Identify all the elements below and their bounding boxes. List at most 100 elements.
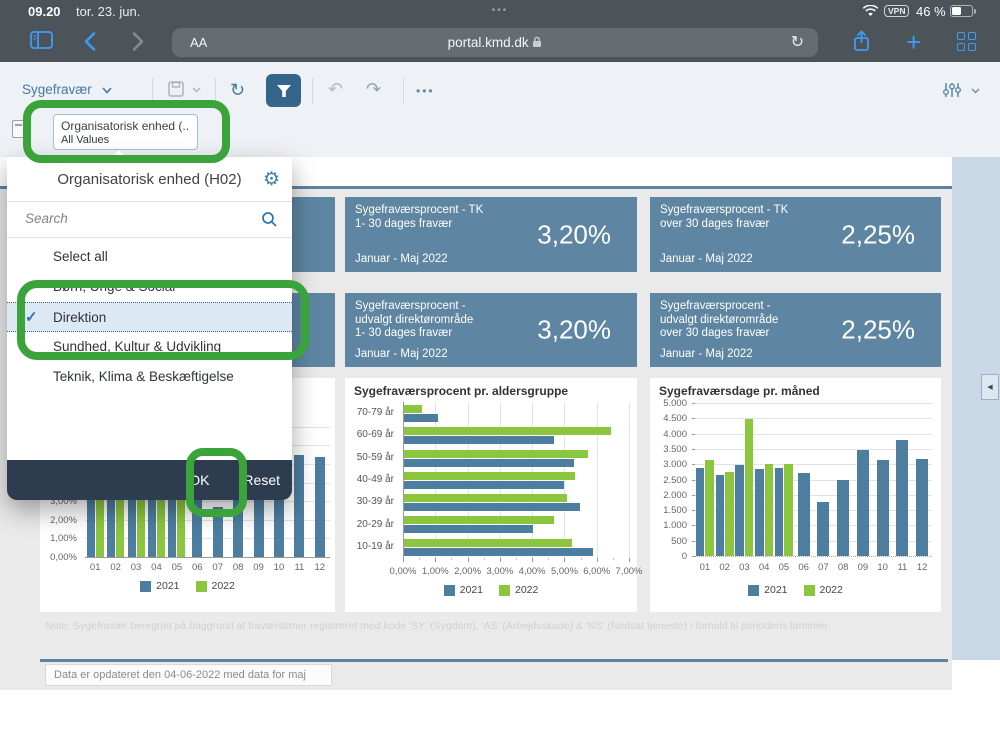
back-icon[interactable] (84, 32, 96, 56)
legend-item: 2022 (196, 580, 235, 592)
gridline (629, 402, 630, 558)
forward-icon[interactable] (132, 32, 144, 56)
gear-icon[interactable]: ⚙ (263, 168, 280, 191)
option-item[interactable]: Teknik, Klima & Beskæftigelse (7, 362, 292, 392)
more-options-button[interactable]: ••• (416, 84, 435, 98)
search-icon[interactable] (261, 211, 278, 233)
bar (404, 503, 580, 511)
x-tick: 02 (714, 562, 736, 573)
reset-button[interactable]: Reset (243, 472, 280, 488)
x-tick: 03 (126, 562, 146, 573)
tick-mark (692, 403, 695, 404)
x-tick: 11 (289, 562, 309, 573)
tick-mark (692, 464, 695, 465)
minor-tick (484, 558, 485, 560)
kpi-period: Januar - Maj 2022 (355, 253, 448, 265)
bar (404, 539, 572, 547)
kpi-value: 3,20% (537, 219, 611, 250)
bar (817, 502, 829, 556)
tick-mark (692, 525, 695, 526)
legend-label: 2022 (820, 584, 843, 596)
y-tick: 0 (650, 551, 687, 562)
redo-icon[interactable]: ↷ (366, 79, 381, 100)
tick-mark (692, 541, 695, 542)
y-tick: 2,00% (40, 515, 77, 526)
bar (404, 516, 554, 524)
search-input[interactable]: Search (7, 202, 292, 238)
category-label: 40-49 år (345, 474, 394, 485)
legend-swatch (444, 585, 455, 596)
legend-item: 2021 (748, 584, 787, 596)
story-title-dropdown[interactable]: Sygefravær (22, 82, 112, 97)
bar (404, 548, 593, 556)
option-select-all[interactable]: Select all (7, 242, 292, 272)
legend-item: 2021 (444, 584, 483, 596)
kpi-title: Sygefraværsprocent - udvalgt direktøromr… (660, 300, 778, 341)
y-tick: 4.500 (650, 413, 687, 424)
status-center-dots: ••• (0, 5, 1000, 16)
view-settings-icon[interactable] (942, 81, 980, 104)
bar (696, 468, 705, 556)
x-tick: 06 (187, 562, 207, 573)
x-tick: 05 (773, 562, 795, 573)
bar (775, 468, 784, 556)
kpi-title: Sygefraværsprocent - udvalgt direktøromr… (355, 300, 473, 341)
bar (755, 469, 764, 556)
content-divider (40, 659, 948, 662)
refresh-icon[interactable]: ↻ (230, 80, 245, 101)
right-panel-band (952, 157, 1000, 660)
category-label: 70-79 år (345, 407, 394, 418)
popup-footer: OK Reset (7, 460, 292, 500)
reload-icon[interactable]: ↻ (791, 32, 804, 52)
undo-icon[interactable]: ↶ (328, 79, 343, 100)
minor-tick (613, 558, 614, 560)
x-tick: 04 (146, 562, 166, 573)
legend-swatch (499, 585, 510, 596)
battery-percent: 46 % (916, 4, 946, 19)
legend-label: 2021 (764, 584, 787, 596)
y-tick: 5.000 (650, 398, 687, 409)
tick-mark (692, 510, 695, 511)
tick-mark (692, 449, 695, 450)
x-tick: 04 (753, 562, 775, 573)
axis-line (695, 556, 932, 557)
kpi-value: 2,25% (841, 315, 915, 346)
y-tick: 1.500 (650, 505, 687, 516)
x-tick: 11 (891, 562, 913, 573)
axis-line (85, 557, 330, 558)
filter-button[interactable] (266, 74, 301, 107)
kpi-period: Januar - Maj 2022 (660, 348, 753, 360)
new-tab-icon[interactable]: + (906, 27, 921, 58)
kpi-title: Sygefraværsprocent - TK over 30 dages fr… (660, 204, 788, 231)
y-tick: 500 (650, 536, 687, 547)
y-tick: 3.000 (650, 459, 687, 470)
x-tick: 08 (228, 562, 248, 573)
legend-swatch (140, 581, 151, 592)
lock-icon (532, 36, 542, 48)
x-tick: 09 (852, 562, 874, 573)
tick-mark (692, 480, 695, 481)
bar (404, 405, 422, 413)
wifi-icon (862, 5, 879, 23)
legend-label: 2022 (515, 584, 538, 596)
tabs-icon[interactable] (957, 32, 976, 51)
funnel-icon (276, 84, 292, 98)
popup-header: Organisatorisk enhed (H02) ⚙ (7, 157, 292, 202)
legend-label: 2022 (212, 580, 235, 592)
tick-mark (564, 558, 565, 562)
collapse-panel-handle[interactable]: ◀ (981, 374, 999, 400)
bar (837, 480, 849, 557)
x-tick: 10 (872, 562, 894, 573)
url-field[interactable]: AA portal.kmd.dk ↻ (172, 28, 818, 57)
sidebar-toggle-icon[interactable] (30, 31, 53, 54)
tick-mark (629, 558, 630, 562)
x-tick: 03 (733, 562, 755, 573)
kpi-tile: Sygefraværsprocent - udvalgt direktøromr… (345, 293, 637, 367)
share-icon[interactable] (853, 30, 870, 57)
gridline (695, 434, 932, 435)
save-icon[interactable] (168, 81, 201, 102)
chart-legend: 20212022 (40, 580, 335, 592)
y-tick: 2.500 (650, 475, 687, 486)
legend-swatch (804, 585, 815, 596)
x-tick: 02 (106, 562, 126, 573)
